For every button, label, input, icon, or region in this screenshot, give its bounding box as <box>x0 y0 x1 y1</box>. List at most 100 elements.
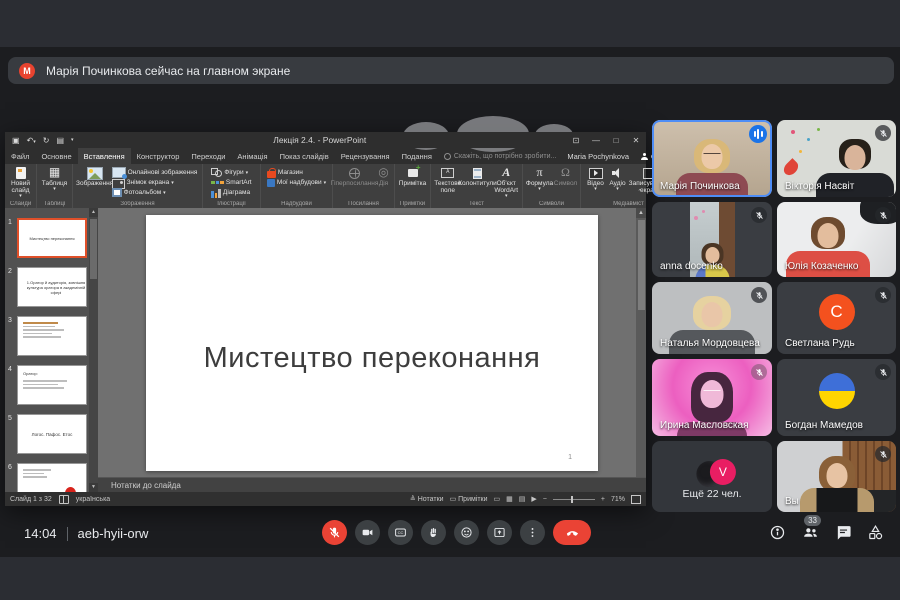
comments-toggle[interactable]: ▭ Примітки <box>450 495 488 503</box>
wordart-button[interactable]: A Об'єкт WordArt <box>491 166 521 200</box>
tile-you[interactable]: Вы <box>777 441 896 512</box>
tab-review[interactable]: Рецензування <box>335 148 396 164</box>
undo-icon[interactable]: ↶▾ <box>27 136 36 145</box>
table-button[interactable]: ▦ Таблиця <box>40 166 70 193</box>
my-addins-button[interactable]: Мої надбудови <box>267 178 326 187</box>
tile-bogdan[interactable]: Богдан Мамедов <box>777 359 896 436</box>
zoom-out-icon[interactable]: − <box>543 496 547 503</box>
normal-view-icon[interactable]: ▭ <box>494 495 501 503</box>
spellcheck-icon[interactable] <box>59 495 69 504</box>
tab-slideshow[interactable]: Показ слайдів <box>274 148 335 164</box>
scroll-up-icon[interactable]: ▲ <box>636 208 646 218</box>
tile-more-people[interactable]: V Ещё 22 чел. <box>652 441 772 512</box>
tab-insert[interactable]: Вставлення <box>78 148 131 164</box>
smartart-button[interactable]: SmartArt <box>211 178 251 187</box>
slide-title[interactable]: Мистецтво переконання <box>204 342 541 375</box>
language-label[interactable]: українська <box>76 496 110 503</box>
redo-icon[interactable]: ↻ <box>43 136 50 145</box>
tab-home[interactable]: Основне <box>35 148 77 164</box>
slide-thumb-1[interactable]: Мистецтво переконання <box>17 218 87 258</box>
fit-to-window-icon[interactable] <box>631 495 641 504</box>
tab-view[interactable]: Подання <box>396 148 438 164</box>
store-button[interactable]: Магазин <box>267 168 326 177</box>
reactions-button[interactable] <box>454 520 479 545</box>
thumbnail-scrollbar[interactable]: ▲ ▼ <box>89 208 98 492</box>
camera-toggle-button[interactable] <box>355 520 380 545</box>
google-meet-window: M Марія Починкова сейчас на главном экра… <box>0 0 900 600</box>
tile-anna[interactable]: anna docenko <box>652 202 772 277</box>
confetti-art <box>791 130 795 134</box>
tile-svetlana[interactable]: C Светлана Рудь <box>777 282 896 354</box>
leave-call-button[interactable] <box>553 520 591 545</box>
tab-file[interactable]: Файл <box>5 148 35 164</box>
tile-yulia[interactable]: Юлія Козаченко <box>777 202 896 277</box>
slide-thumb-4[interactable]: Оратор: <box>17 365 87 405</box>
zoom-in-icon[interactable]: + <box>601 496 605 503</box>
slide-thumb-6[interactable] <box>17 463 87 492</box>
photo-album-button[interactable]: Фотоальбом <box>112 188 198 197</box>
close-icon[interactable]: ✕ <box>626 136 646 145</box>
captions-button[interactable]: CC <box>388 520 413 545</box>
ribbon-options-icon[interactable]: ⊡ <box>566 136 586 145</box>
confetti-art <box>817 128 820 131</box>
reading-view-icon[interactable]: ▤ <box>519 495 526 503</box>
scroll-up-icon[interactable]: ▲ <box>89 208 98 217</box>
notes-toggle[interactable]: ≜ Нотатки <box>410 495 444 503</box>
images-stack: Онлайнові зображення Знімок екрана Фотоа… <box>112 166 198 197</box>
textbox-icon: A <box>441 168 454 178</box>
zoom-slider[interactable] <box>553 499 595 500</box>
maximize-icon[interactable]: □ <box>606 136 626 145</box>
activities-icon[interactable] <box>867 524 884 546</box>
chat-panel-icon[interactable] <box>835 524 852 546</box>
header-footer-button[interactable]: Колонтитули <box>463 166 491 187</box>
online-images-button[interactable]: Онлайнові зображення <box>112 168 198 177</box>
tile-natalya[interactable]: Наталья Мордовцева <box>652 282 772 354</box>
tab-transitions[interactable]: Переходи <box>185 148 231 164</box>
mic-off-icon <box>751 364 767 380</box>
current-slide[interactable]: Мистецтво переконання 1 <box>146 215 598 471</box>
video-button[interactable]: Відео <box>585 166 607 193</box>
shapes-button[interactable]: Фігури <box>211 168 251 177</box>
present-button[interactable] <box>487 520 512 545</box>
slide-thumb-2[interactable]: 1.Оратор й аудиторія, зовнішня культура … <box>17 267 87 307</box>
collapse-ribbon-icon[interactable]: ⌃ <box>637 188 643 196</box>
tab-animations[interactable]: Анімація <box>231 148 273 164</box>
comment-button[interactable]: Примітка <box>398 166 428 187</box>
action-button[interactable]: ◎ Дія <box>375 166 393 187</box>
tile-maria[interactable]: Марія Починкова <box>652 120 772 197</box>
hyperlink-button[interactable]: Гіперпосилання <box>335 166 375 187</box>
notes-pane[interactable]: Нотатки до слайда <box>98 477 646 492</box>
tab-design[interactable]: Конструктор <box>131 148 186 164</box>
account-name[interactable]: Maria Pochynkova <box>562 148 634 164</box>
mic-toggle-button[interactable] <box>322 520 347 545</box>
screenshot-button[interactable]: Знімок екрана <box>112 178 198 187</box>
slideshow-icon[interactable]: ▤ <box>56 136 64 145</box>
symbol-button[interactable]: Ω Символ <box>554 166 578 187</box>
chart-button[interactable]: Діаграма <box>211 188 251 197</box>
image-icon <box>87 167 103 180</box>
minimize-icon[interactable]: — <box>586 136 606 145</box>
online-images-icon <box>112 167 126 178</box>
sorter-view-icon[interactable]: ▦ <box>506 495 513 503</box>
meeting-details-icon[interactable] <box>769 524 786 546</box>
participant-name: Марія Починкова <box>660 181 740 192</box>
tile-irina[interactable]: Ирина Масловская <box>652 359 772 436</box>
canvas-scrollbar[interactable]: ▲ <box>636 208 646 477</box>
tile-viktoria[interactable]: Вікторія Насвіт <box>777 120 896 197</box>
people-panel-icon[interactable] <box>801 524 820 546</box>
scroll-down-icon[interactable]: ▼ <box>89 483 98 492</box>
slideshow-view-icon[interactable]: ▶ <box>531 495 536 503</box>
raise-hand-button[interactable] <box>421 520 446 545</box>
new-slide-button[interactable]: Новий слайд <box>6 166 35 200</box>
slide-thumb-3[interactable] <box>17 316 87 356</box>
audio-button[interactable]: Аудіо <box>607 166 629 193</box>
more-options-button[interactable] <box>520 520 545 545</box>
call-controls: CC <box>322 520 591 545</box>
audio-icon <box>612 168 624 178</box>
equation-button[interactable]: π Формула <box>526 166 554 193</box>
slide-thumb-5[interactable]: Логос. Пафос. Етос <box>17 414 87 454</box>
save-icon[interactable]: ▣ <box>12 136 20 145</box>
zoom-level[interactable]: 71% <box>611 496 625 503</box>
image-button[interactable]: Зображення <box>78 166 112 187</box>
lightbulb-icon <box>444 153 451 160</box>
